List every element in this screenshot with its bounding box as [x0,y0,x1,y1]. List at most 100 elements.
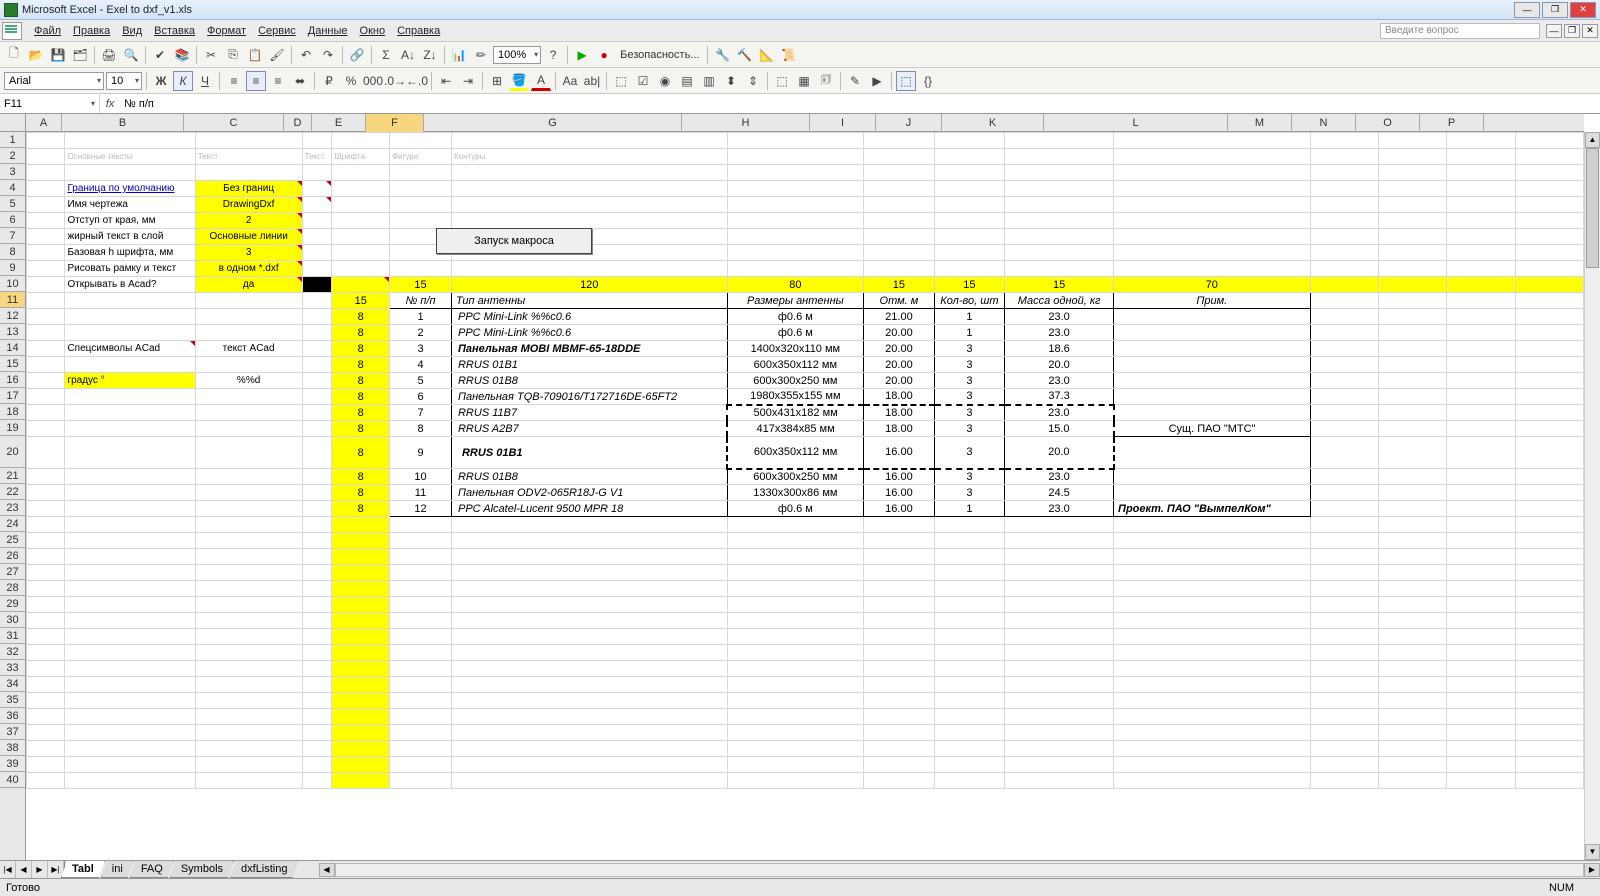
cell-M40[interactable] [1310,773,1378,789]
cell-D10[interactable] [302,277,332,293]
open-icon[interactable]: 📂 [26,45,46,65]
cell-D26[interactable] [302,549,332,565]
cell-A4[interactable] [27,181,65,197]
cell-L9[interactable] [1114,261,1310,277]
cell-L12[interactable] [1114,309,1310,325]
cell-E34[interactable] [332,677,390,693]
row-head-19[interactable]: 19 [0,420,25,436]
borders-icon[interactable]: ⊞ [487,71,507,91]
cell-D40[interactable] [302,773,332,789]
cell-L40[interactable] [1114,773,1310,789]
cell-O6[interactable] [1447,213,1515,229]
spinner-icon[interactable]: ⇕ [743,71,763,91]
cell-A31[interactable] [27,629,65,645]
cell-O20[interactable] [1447,437,1515,469]
cell-H2[interactable] [727,149,864,165]
cell-D7[interactable] [302,229,332,245]
cell-L38[interactable] [1114,741,1310,757]
cell-K20[interactable]: 20.0 [1005,437,1114,469]
cell-G6[interactable] [451,213,727,229]
cell-C8[interactable]: 3 [195,245,302,261]
cell-N17[interactable] [1378,389,1446,405]
cell-A15[interactable] [27,357,65,373]
cell-L18[interactable] [1114,405,1310,421]
sort-asc-icon[interactable]: A↓ [398,45,418,65]
cell-E14[interactable]: 8 [332,341,390,357]
cell-J22[interactable]: 3 [934,485,1004,501]
cell-E40[interactable] [332,773,390,789]
cell-J21[interactable]: 3 [934,469,1004,485]
cell-H34[interactable] [727,677,864,693]
cell-M30[interactable] [1310,613,1378,629]
cell-B40[interactable] [65,773,195,789]
cell-O9[interactable] [1447,261,1515,277]
cell-M4[interactable] [1310,181,1378,197]
cell-C22[interactable] [195,485,302,501]
cell-J34[interactable] [934,677,1004,693]
cell-G11[interactable]: Тип антенны [451,293,727,309]
row-head-10[interactable]: 10 [0,276,25,292]
cell-H35[interactable] [727,693,864,709]
cell-N23[interactable] [1378,501,1446,517]
cell-L34[interactable] [1114,677,1310,693]
cell-C18[interactable] [195,405,302,421]
cell-D16[interactable] [302,373,332,389]
cell-J23[interactable]: 1 [934,501,1004,517]
cell-A40[interactable] [27,773,65,789]
textbox-icon[interactable]: Aa [560,71,580,91]
cell-A28[interactable] [27,581,65,597]
cell-F6[interactable] [390,213,452,229]
cell-E24[interactable] [332,517,390,533]
cell-C27[interactable] [195,565,302,581]
cell-L7[interactable] [1114,229,1310,245]
cell-I8[interactable] [864,245,934,261]
paste-icon[interactable]: 📋 [245,45,265,65]
cell-L23[interactable]: Проект. ПАО "ВымпелКом" [1114,501,1310,517]
cell-G3[interactable] [451,165,727,181]
row-head-22[interactable]: 22 [0,484,25,500]
cell-D20[interactable] [302,437,332,469]
cell-J37[interactable] [934,725,1004,741]
cell-I25[interactable] [864,533,934,549]
cell-C39[interactable] [195,757,302,773]
cell-C16[interactable]: %%d [195,373,302,389]
cell-I12[interactable]: 21.00 [864,309,934,325]
combobox-icon[interactable]: ▥ [699,71,719,91]
cell-F36[interactable] [390,709,452,725]
cell-D23[interactable] [302,501,332,517]
italic-icon[interactable]: К [173,71,193,91]
cell-C11[interactable] [195,293,302,309]
cell-N15[interactable] [1378,357,1446,373]
cell-J39[interactable] [934,757,1004,773]
cell-J31[interactable] [934,629,1004,645]
col-head-L[interactable]: L [1044,114,1228,132]
cell-J11[interactable]: Кол-во, шт [934,293,1004,309]
cell-L4[interactable] [1114,181,1310,197]
cell-M5[interactable] [1310,197,1378,213]
cell-K27[interactable] [1005,565,1114,581]
cell-N19[interactable] [1378,421,1446,437]
cell-H37[interactable] [727,725,864,741]
cell-F38[interactable] [390,741,452,757]
cell-H13[interactable]: ф0.6 м [727,325,864,341]
cell-K4[interactable] [1005,181,1114,197]
cell-A32[interactable] [27,645,65,661]
cell-O10[interactable] [1447,277,1515,293]
row-head-20[interactable]: 20 [0,436,25,468]
cell-J38[interactable] [934,741,1004,757]
cell-K22[interactable]: 24.5 [1005,485,1114,501]
cell-P26[interactable] [1515,549,1583,565]
cell-G30[interactable] [451,613,727,629]
scroll-down-icon[interactable]: ▼ [1585,844,1600,860]
cell-K37[interactable] [1005,725,1114,741]
cell-M20[interactable] [1310,437,1378,469]
cell-I30[interactable] [864,613,934,629]
cell-D39[interactable] [302,757,332,773]
cell-J12[interactable]: 1 [934,309,1004,325]
cell-D36[interactable] [302,709,332,725]
cell-K30[interactable] [1005,613,1114,629]
cell-D4[interactable] [302,181,332,197]
cell-I19[interactable]: 18.00 [864,421,934,437]
cell-D27[interactable] [302,565,332,581]
cell-F34[interactable] [390,677,452,693]
